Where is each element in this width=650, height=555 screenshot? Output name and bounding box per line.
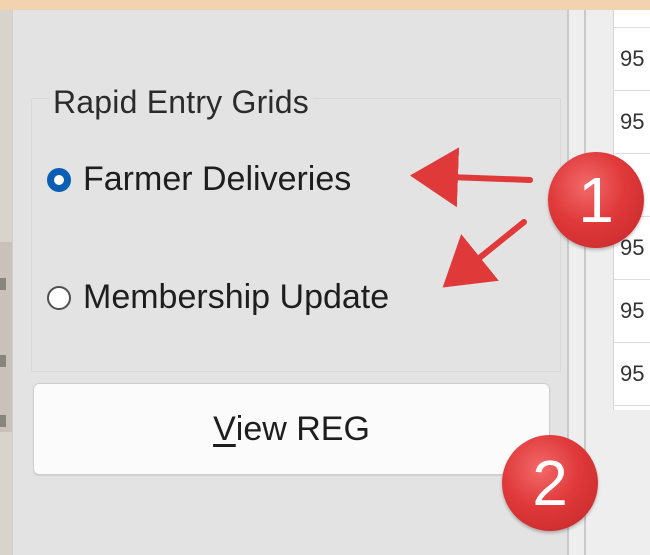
grid-header-row (614, 10, 650, 28)
radio-selected-icon[interactable] (47, 167, 71, 192)
membership-update-label: Membership Update (83, 278, 390, 316)
badge-2-number: 2 (532, 447, 568, 519)
annotation-badge-2: 2 (502, 435, 598, 531)
background-mark (0, 278, 6, 290)
view-reg-mnemonic: V (213, 409, 236, 448)
farmer-deliveries-label: Farmer Deliveries (83, 160, 352, 198)
view-reg-label: iew REG (235, 409, 370, 448)
rapid-entry-panel: Rapid Entry Grids Farmer Deliveries Memb… (12, 10, 568, 555)
annotation-badge-1: 1 (548, 152, 644, 248)
group-title: Rapid Entry Grids (49, 84, 313, 121)
rapid-entry-group-box (31, 98, 561, 372)
radio-unselected-icon[interactable] (47, 285, 71, 310)
view-reg-button[interactable]: View REG (33, 383, 550, 475)
background-window-shade (0, 242, 12, 432)
grid-empty-area (613, 410, 650, 555)
background-mark (0, 415, 6, 427)
grid-row[interactable]: 95 (614, 91, 650, 154)
grid-row[interactable]: 95 (614, 28, 650, 91)
grid-row[interactable]: 95 (614, 343, 650, 406)
badge-1-number: 1 (578, 164, 614, 236)
farmer-deliveries-option[interactable]: Farmer Deliveries (47, 160, 351, 199)
background-mark (0, 355, 6, 367)
grid-row[interactable]: 95 (614, 280, 650, 343)
membership-update-option[interactable]: Membership Update (47, 278, 389, 317)
